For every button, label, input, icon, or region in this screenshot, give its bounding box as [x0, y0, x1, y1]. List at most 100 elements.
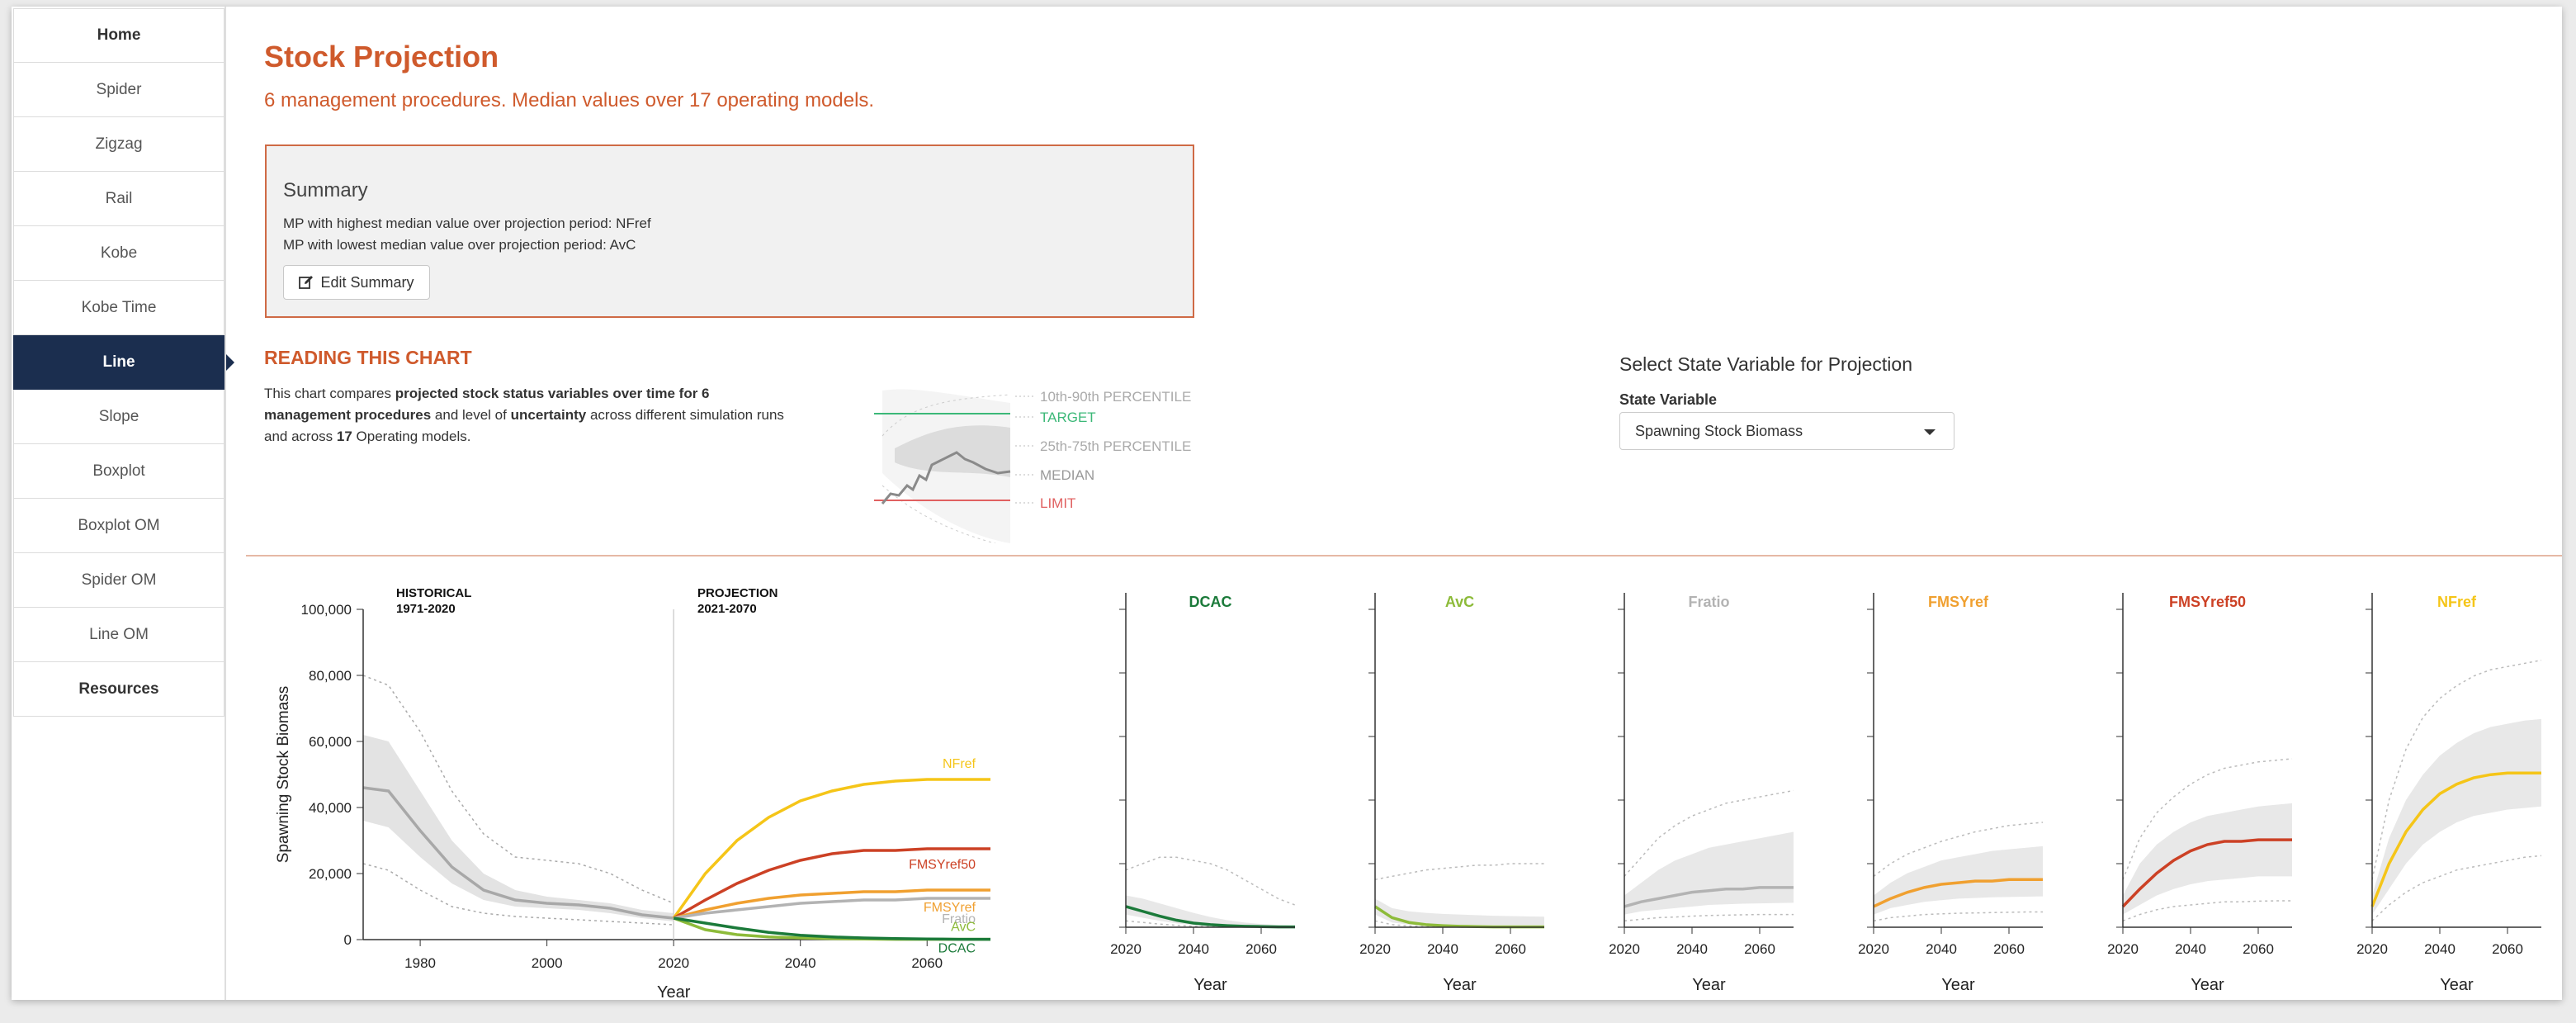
x-tick-label: 1980: [404, 955, 436, 971]
x-tick-label: 2020: [658, 955, 689, 971]
panel-x-tick-label: 2020: [1359, 941, 1391, 957]
edit-icon: [299, 276, 314, 289]
y-tick-label: 100,000: [301, 602, 352, 618]
panel-x-axis-label: Year: [1443, 976, 1477, 994]
panel-x-tick-label: 2060: [1245, 941, 1277, 957]
sidebar-item-kobe[interactable]: Kobe: [13, 226, 225, 281]
sidebar-item-spider-om[interactable]: Spider OM: [13, 553, 225, 608]
historical-label: HISTORICAL: [396, 586, 471, 600]
legend-p75-label: 25th-75th PERCENTILE: [1040, 438, 1191, 454]
sidebar-item-resources[interactable]: Resources: [13, 662, 225, 717]
state-variable-select[interactable]: Spawning Stock Biomass: [1619, 412, 1954, 450]
summary-highest-line: MP with highest median value over projec…: [283, 215, 651, 231]
panel-x-tick-label: 2040: [2424, 941, 2455, 957]
y-tick-label: 80,000: [309, 668, 352, 684]
sidebar-item-line-om[interactable]: Line OM: [13, 608, 225, 662]
panel-title: AvC: [1445, 594, 1474, 610]
panel-x-tick-label: 2040: [2175, 941, 2206, 957]
sidebar-item-home[interactable]: Home: [13, 8, 225, 63]
sidebar-item-rail[interactable]: Rail: [13, 172, 225, 226]
panel-title: FMSYref50: [2169, 594, 2246, 610]
panel-x-tick-label: 2040: [1926, 941, 1957, 957]
reading-text-part: and level of: [431, 407, 511, 423]
state-variable-label: State Variable: [1619, 391, 1718, 408]
panel-x-tick-label: 2040: [1676, 941, 1708, 957]
page-subtitle: 6 management procedures. Median values o…: [264, 89, 875, 111]
panel-title: DCAC: [1189, 594, 1232, 610]
legend-p90-label: 10th-90th PERCENTILE: [1040, 389, 1191, 405]
reading-text-part: Operating models.: [352, 429, 471, 444]
historical-range: 1971-2020: [396, 602, 456, 616]
y-axis-label: Spawning Stock Biomass: [275, 686, 292, 863]
panel-iqr-band: [2372, 718, 2541, 915]
state-variable-value: Spawning Stock Biomass: [1635, 422, 1803, 439]
projection-range: 2021-2070: [697, 602, 757, 616]
reading-text-bold: 17: [336, 429, 352, 444]
panel-title: FMSYref: [1928, 594, 1989, 610]
panel-x-tick-label: 2020: [2107, 941, 2139, 957]
panel-p10-line: [2122, 900, 2292, 922]
legend-median-label: MEDIAN: [1040, 467, 1094, 483]
panel-x-tick-label: 2060: [1495, 941, 1526, 957]
sidebar-item-boxplot-om[interactable]: Boxplot OM: [13, 499, 225, 553]
panel-p10-line: [1624, 913, 1794, 922]
chart-legend-illustration: 10th-90th PERCENTILE TARGET 25th-75th PE…: [874, 389, 1191, 543]
page-container: Home Spider Zigzag Rail Kobe Kobe Time Line Slo…: [12, 7, 2562, 1002]
panel-title: Fratio: [1688, 594, 1729, 610]
panel-x-axis-label: Year: [1692, 976, 1726, 994]
edit-summary-label: Edit Summary: [320, 273, 414, 291]
sidebar-item-spider[interactable]: Spider: [13, 63, 225, 117]
selector-title: Select State Variable for Projection: [1619, 353, 1912, 375]
panel-x-tick-label: 2060: [2243, 941, 2274, 957]
panel-p90-line: [1374, 863, 1544, 880]
y-tick-label: 20,000: [309, 866, 352, 882]
legend-target-label: TARGET: [1040, 410, 1096, 425]
panel-x-tick-label: 2020: [1858, 941, 1889, 957]
summary-title: Summary: [283, 179, 368, 201]
edit-summary-button[interactable]: Edit Summary: [283, 265, 430, 300]
series-label-avc: AvC: [951, 921, 976, 935]
series-label-fmsyref50: FMSYref50: [909, 858, 976, 872]
panel-x-axis-label: Year: [2440, 976, 2474, 994]
page-title: Stock Projection: [264, 40, 499, 73]
sidebar-item-line[interactable]: Line: [13, 335, 234, 390]
panel-iqr-band: [1126, 895, 1295, 927]
panel-x-tick-label: 2060: [2492, 941, 2523, 957]
y-tick-label: 0: [344, 932, 352, 948]
x-tick-label: 2040: [785, 955, 816, 971]
panel-x-tick-label: 2040: [1427, 941, 1458, 957]
section-divider: [246, 555, 2562, 556]
sidebar-item-kobe-time[interactable]: Kobe Time: [13, 281, 225, 335]
panel-p10-line: [1873, 911, 2043, 922]
panel-iqr-band: [1624, 831, 1794, 915]
panel-x-tick-label: 2040: [1178, 941, 1209, 957]
panel-x-tick-label: 2060: [1744, 941, 1775, 957]
panel-iqr-band: [1375, 898, 1544, 927]
panel-x-tick-label: 2060: [1993, 941, 2025, 957]
sidebar-item-slope[interactable]: Slope: [13, 390, 225, 444]
panel-fratio: 2020 2040 2060 Year Fratio: [1609, 593, 1794, 994]
mp-small-multiples: 2020 2040 2060YearDCAC2020 2040 2060YearAvC2…: [1110, 593, 2542, 994]
x-tick-label: 2000: [532, 955, 563, 971]
series-label-nfref: NFref: [943, 757, 976, 771]
reading-chart-title: READING THIS CHART: [264, 347, 472, 368]
panel-dcac: 2020 2040 2060 Year DCAC: [1110, 593, 1296, 994]
main-projection-chart: 0 20,000 40,000 60,000 80,000 100,000 1980 2000…: [275, 586, 990, 1002]
sidebar-item-boxplot[interactable]: Boxplot: [13, 444, 225, 499]
panel-fmsyref50: 2020 2040 2060 Year FMSYref50: [2107, 593, 2293, 994]
panel-avc: 2020 2040 2060 Year AvC: [1359, 593, 1544, 994]
panel-x-axis-label: Year: [1193, 976, 1227, 994]
summary-lowest-line: MP with lowest median value over project…: [283, 237, 636, 253]
panel-x-tick-label: 2020: [1110, 941, 1141, 957]
chevron-down-icon: [1924, 429, 1936, 435]
y-tick-label: 40,000: [309, 800, 352, 816]
legend-limit-label: LIMIT: [1040, 495, 1075, 511]
sidebar-nav: Home Spider Zigzag Rail Kobe Kobe Time Line Slo…: [13, 8, 234, 717]
reading-text-part: This chart compares: [264, 386, 395, 401]
reading-text-bold: uncertainty: [510, 407, 587, 423]
panel-p90-line: [1125, 856, 1296, 906]
sidebar-item-zigzag[interactable]: Zigzag: [13, 117, 225, 172]
panel-iqr-band: [2123, 803, 2292, 915]
panel-x-tick-label: 2020: [2356, 941, 2388, 957]
panel-x-tick-label: 2020: [1609, 941, 1640, 957]
